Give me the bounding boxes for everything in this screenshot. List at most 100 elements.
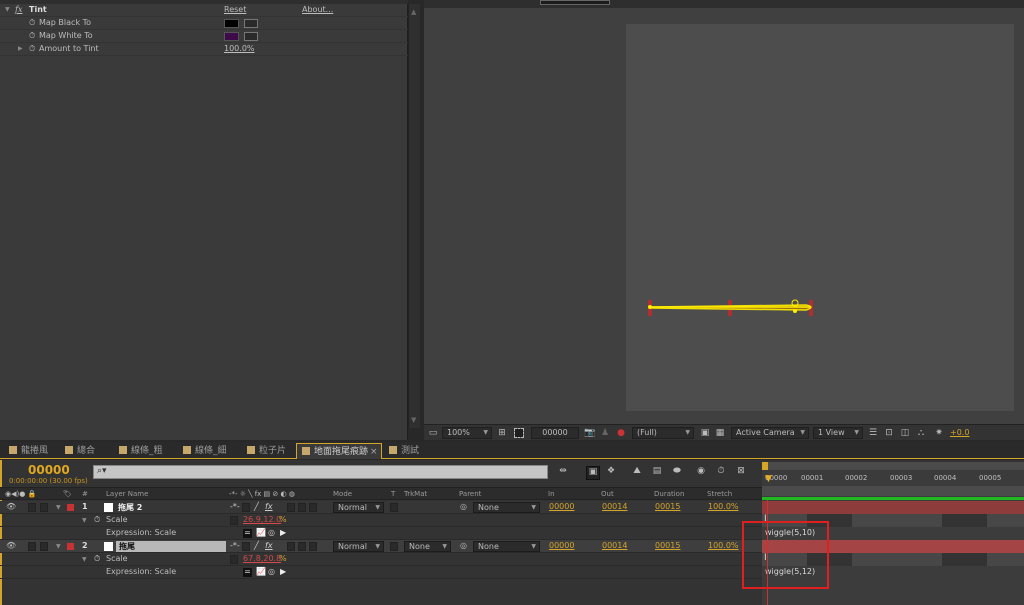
expression-language-menu-icon[interactable]: ▶ bbox=[280, 567, 286, 576]
motion-blur-switch[interactable] bbox=[298, 503, 306, 512]
composition-mini-flowchart-icon[interactable]: ⇹ bbox=[558, 466, 568, 476]
graph-editor-icon[interactable]: ⊠ bbox=[736, 466, 746, 476]
amount-to-tint-value[interactable]: 100.0% bbox=[224, 43, 255, 55]
expand-triangle-icon[interactable]: ▼ bbox=[5, 4, 10, 16]
anchor-point[interactable] bbox=[648, 305, 652, 309]
column-mode[interactable]: Mode bbox=[333, 490, 352, 498]
motion-blur-icon[interactable]: ⬬ bbox=[672, 466, 682, 476]
audio-switch[interactable] bbox=[28, 542, 36, 551]
column-parent[interactable]: Parent bbox=[459, 490, 481, 498]
eyedropper-icon[interactable] bbox=[244, 32, 258, 41]
show-snapshot-icon[interactable]: ♟ bbox=[600, 428, 610, 438]
brainstorm-icon[interactable]: ◉ bbox=[696, 466, 706, 476]
layer-label-color[interactable] bbox=[67, 543, 74, 550]
time-navigator[interactable] bbox=[762, 462, 1024, 470]
column-trkmat[interactable]: TrkMat bbox=[404, 490, 427, 498]
playhead-icon[interactable]: ▼ bbox=[765, 474, 773, 484]
expression-language-menu-icon[interactable]: ▶ bbox=[280, 528, 286, 537]
scale-value[interactable]: 26.9,12.0 bbox=[243, 515, 281, 524]
effect-row-tint[interactable]: ▼ fx Tint Reset About... bbox=[0, 4, 408, 17]
frame-blend-switch[interactable] bbox=[287, 542, 295, 551]
scroll-up-icon[interactable]: ▲ bbox=[411, 8, 416, 16]
expand-triangle-icon[interactable]: ▶ bbox=[18, 43, 23, 55]
duration[interactable]: 00015 bbox=[655, 541, 680, 550]
column-number[interactable]: # bbox=[82, 490, 88, 498]
current-time-frames[interactable]: 00000 bbox=[28, 463, 70, 477]
graph-icon[interactable]: 📈 bbox=[256, 528, 266, 537]
layer-duration-bar[interactable] bbox=[762, 501, 1024, 514]
pickwhip-icon[interactable]: ◎ bbox=[460, 541, 467, 550]
stopwatch-icon[interactable]: ⏱ bbox=[29, 17, 35, 29]
stretch[interactable]: 100.0% bbox=[708, 541, 739, 550]
time-ruler[interactable]: 00000 00001 00002 00003 00004 00005 ▼ bbox=[762, 462, 1024, 500]
close-tab-icon[interactable]: × bbox=[370, 447, 378, 457]
exposure-icon[interactable]: ✷ bbox=[934, 428, 944, 438]
3d-layer-switch[interactable] bbox=[309, 542, 317, 551]
tab-composition[interactable]: 龍捲風 bbox=[4, 443, 58, 459]
layer-search-input[interactable]: ⌕▾ bbox=[93, 465, 548, 479]
exposure-value[interactable]: +0.0 bbox=[950, 428, 969, 437]
shy-switch[interactable]: -*- bbox=[230, 502, 240, 511]
expand-triangle-icon[interactable]: ▼ bbox=[56, 504, 61, 511]
anchor-point[interactable] bbox=[793, 309, 797, 313]
tab-composition[interactable]: 線條_細 bbox=[178, 443, 240, 459]
mode-dropdown[interactable]: Normal ▼ bbox=[333, 502, 384, 513]
quality-switch[interactable]: ╱ bbox=[254, 541, 259, 550]
visibility-eye-icon[interactable]: 👁 bbox=[6, 541, 16, 550]
stopwatch-icon[interactable]: ⏱ bbox=[29, 30, 35, 42]
camera-dropdown[interactable]: Active Camera ▼ bbox=[731, 427, 809, 439]
solo-switch[interactable] bbox=[40, 503, 48, 512]
mode-dropdown[interactable]: Normal ▼ bbox=[333, 541, 384, 552]
timeline-icon[interactable]: ◫ bbox=[900, 428, 910, 438]
layer-name[interactable]: 拖尾 2 bbox=[118, 502, 142, 513]
color-swatch-purple[interactable] bbox=[224, 32, 239, 41]
safe-zones-icon[interactable]: ⊞ bbox=[497, 428, 507, 438]
hide-shy-layers-icon[interactable]: ⛰ bbox=[632, 466, 642, 476]
preserve-transparency-switch[interactable] bbox=[390, 542, 398, 551]
reset-link[interactable]: Reset bbox=[224, 4, 246, 16]
auto-keyframe-icon[interactable]: ⏱ bbox=[716, 466, 726, 476]
navigator-start-handle[interactable] bbox=[762, 462, 768, 470]
stretch[interactable]: 100.0% bbox=[708, 502, 739, 511]
trkmat-dropdown[interactable]: None ▼ bbox=[404, 541, 451, 552]
visibility-eye-icon[interactable]: 👁 bbox=[6, 502, 16, 511]
about-link[interactable]: About... bbox=[302, 4, 333, 16]
checkerboard-icon[interactable]: ▦ bbox=[715, 428, 725, 438]
draft-3d-icon[interactable]: ❖ bbox=[606, 466, 616, 476]
stopwatch-icon[interactable]: ⏱ bbox=[94, 515, 100, 525]
shy-switch[interactable]: -*- bbox=[230, 541, 240, 550]
color-swatch-black[interactable] bbox=[224, 19, 239, 28]
frame-blending-icon[interactable]: ▤ bbox=[652, 466, 662, 476]
audio-switch[interactable] bbox=[28, 503, 36, 512]
solo-switch[interactable] bbox=[40, 542, 48, 551]
stopwatch-icon[interactable]: ⏱ bbox=[94, 554, 100, 564]
out-point[interactable]: 00014 bbox=[602, 541, 627, 550]
tab-composition[interactable]: 總合 bbox=[60, 443, 112, 459]
expand-triangle-icon[interactable]: ▼ bbox=[82, 517, 87, 524]
live-update-icon[interactable]: ▣ bbox=[586, 466, 600, 480]
frame-blend-switch[interactable] bbox=[287, 503, 295, 512]
quality-switch[interactable]: ╱ bbox=[254, 502, 259, 511]
preserve-transparency-switch[interactable] bbox=[390, 503, 398, 512]
expand-triangle-icon[interactable]: ▼ bbox=[82, 556, 87, 563]
color-channels-icon[interactable]: ● bbox=[616, 428, 626, 438]
eyedropper-icon[interactable] bbox=[244, 19, 258, 28]
column-t[interactable]: T bbox=[391, 490, 395, 498]
transparency-grid-icon[interactable] bbox=[514, 428, 524, 438]
pixel-aspect-icon[interactable]: ☰ bbox=[868, 428, 878, 438]
column-in[interactable]: In bbox=[548, 490, 555, 498]
motion-blur-switch[interactable] bbox=[298, 542, 306, 551]
tab-composition[interactable]: 線條_粗 bbox=[114, 443, 176, 459]
column-duration[interactable]: Duration bbox=[654, 490, 684, 498]
composition-canvas[interactable] bbox=[626, 24, 1014, 411]
tab-composition[interactable]: 粒子片 bbox=[242, 443, 294, 459]
collapse-switch[interactable] bbox=[242, 542, 250, 551]
snapshot-camera-icon[interactable]: 📷 bbox=[584, 428, 595, 438]
layer-row-selected[interactable]: 👁 ▼ 2 拖尾 -*- ╱ fx Normal ▼ None ▼ ◎ None ▼ … bbox=[0, 540, 762, 553]
scroll-down-icon[interactable]: ▼ bbox=[411, 416, 416, 424]
effect-switch[interactable]: fx bbox=[265, 541, 273, 550]
expression-pickwhip-icon[interactable]: ◎ bbox=[268, 567, 275, 576]
current-time-display[interactable]: 00000 0:00:00:00 (30.00 fps) bbox=[0, 461, 90, 486]
collapse-switch[interactable] bbox=[242, 503, 250, 512]
fx-icon[interactable]: fx bbox=[15, 4, 22, 16]
